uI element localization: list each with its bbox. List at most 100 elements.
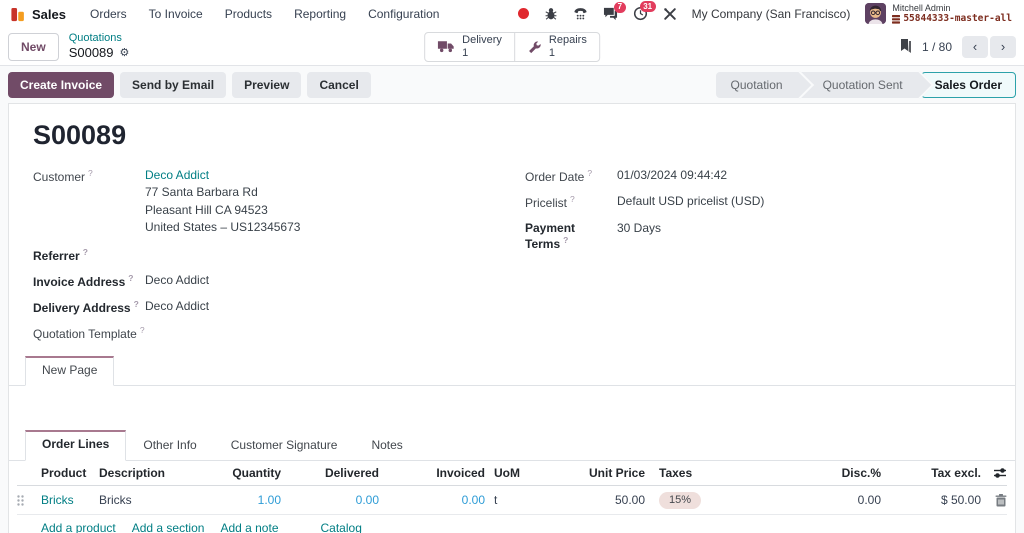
- drag-handle-icon[interactable]: [17, 495, 24, 506]
- create-invoice-button[interactable]: Create Invoice: [8, 72, 114, 98]
- action-bar: Create Invoice Send by Email Preview Can…: [0, 66, 1024, 103]
- smart-buttons: Delivery 1 Repairs 1: [424, 32, 600, 62]
- repairs-smart-button[interactable]: Repairs 1: [514, 33, 599, 61]
- order-lines-table: Product Description Quantity Delivered I…: [17, 461, 1007, 533]
- preview-button[interactable]: Preview: [232, 72, 301, 98]
- delete-row-trash-icon[interactable]: [981, 494, 1007, 507]
- top-navbar: Sales Orders To Invoice Products Reporti…: [0, 0, 1024, 28]
- status-quotation[interactable]: Quotation: [716, 72, 801, 98]
- col-quantity: Quantity: [193, 466, 281, 480]
- menu-configuration[interactable]: Configuration: [368, 7, 439, 21]
- pager-previous-button[interactable]: ‹: [962, 36, 988, 58]
- order-title[interactable]: S00089: [33, 120, 991, 151]
- tab-customer-signature[interactable]: Customer Signature: [214, 430, 355, 461]
- tab-other-info[interactable]: Other Info: [126, 430, 213, 461]
- wrench-icon: [527, 40, 542, 54]
- add-a-note-link[interactable]: Add a note: [220, 521, 278, 533]
- database-label: 55844333-master-all: [903, 14, 1012, 25]
- tab-new-page[interactable]: New Page: [25, 356, 114, 386]
- odoo-sales-app-icon: [10, 7, 25, 22]
- messages-icon[interactable]: 7: [603, 7, 618, 21]
- cancel-button[interactable]: Cancel: [307, 72, 370, 98]
- delivery-address-value[interactable]: Deco Addict: [145, 298, 209, 315]
- col-uom: UoM: [485, 466, 533, 480]
- order-date-value[interactable]: 01/03/2024 09:44:42: [617, 167, 727, 184]
- invoice-address-label: Invoice Address?: [33, 272, 145, 289]
- help-icon: ?: [83, 247, 88, 257]
- col-invoiced: Invoiced: [379, 466, 485, 480]
- cell-unit-price[interactable]: 50.00: [533, 493, 645, 507]
- invoice-address-value[interactable]: Deco Addict: [145, 272, 209, 289]
- new-button[interactable]: New: [8, 33, 59, 61]
- add-a-product-link[interactable]: Add a product: [41, 521, 116, 533]
- order-lines-header: Product Description Quantity Delivered I…: [17, 461, 1007, 486]
- menu-to-invoice[interactable]: To Invoice: [149, 7, 203, 21]
- customer-address-line: Pleasant Hill CA 94523: [145, 203, 268, 217]
- help-icon: ?: [563, 235, 568, 245]
- payment-terms-label: Payment Terms?: [525, 220, 617, 251]
- app-name: Sales: [32, 7, 66, 22]
- optional-columns-icon[interactable]: [981, 467, 1007, 479]
- tab-notes[interactable]: Notes: [354, 430, 419, 461]
- repairs-label: Repairs: [549, 34, 587, 47]
- form-sheet: S00089 Customer? Deco Addict 77 Santa Ba…: [8, 103, 1016, 533]
- sales-order-screen: Sales Orders To Invoice Products Reporti…: [0, 0, 1024, 532]
- delivery-label: Delivery: [462, 34, 502, 47]
- delivery-smart-button[interactable]: Delivery 1: [425, 33, 514, 61]
- customer-field: Customer? Deco Addict 77 Santa Barbara R…: [33, 167, 505, 237]
- add-a-section-link[interactable]: Add a section: [132, 521, 205, 533]
- help-icon: ?: [134, 299, 139, 309]
- cell-product-link[interactable]: Bricks: [41, 493, 74, 507]
- customer-address-line: 77 Santa Barbara Rd: [145, 185, 258, 199]
- phone-voip-icon[interactable]: [573, 7, 588, 21]
- payment-terms-field: Payment Terms? 30 Days: [525, 220, 991, 251]
- cell-description[interactable]: Bricks: [99, 493, 193, 507]
- col-taxes: Taxes: [645, 466, 775, 480]
- cell-uom[interactable]: t: [485, 493, 533, 507]
- order-date-field: Order Date? 01/03/2024 09:44:42: [525, 167, 991, 184]
- menu-products[interactable]: Products: [225, 7, 272, 21]
- col-disc-percent: Disc.%: [775, 466, 881, 480]
- tools-icon[interactable]: [663, 7, 677, 21]
- breadcrumb: Quotations S00089 ⚙: [69, 32, 130, 61]
- catalog-link[interactable]: Catalog: [321, 521, 362, 533]
- pricelist-label: Pricelist?: [525, 193, 617, 210]
- customer-address-line: United States – US12345673: [145, 220, 300, 234]
- record-actions-gear-icon[interactable]: ⚙: [120, 47, 130, 60]
- payment-terms-value[interactable]: 30 Days: [617, 220, 661, 251]
- cell-delivered[interactable]: 0.00: [356, 493, 379, 507]
- tab-order-lines[interactable]: Order Lines: [25, 430, 126, 461]
- lines-notebook-tabs: Order Lines Other Info Customer Signatur…: [9, 430, 1015, 461]
- pager-next-button[interactable]: ›: [990, 36, 1016, 58]
- invoice-address-field: Invoice Address? Deco Addict: [33, 272, 505, 289]
- bookmark-icon[interactable]: [899, 39, 912, 54]
- menu-orders[interactable]: Orders: [90, 7, 127, 21]
- help-icon: ?: [570, 194, 575, 204]
- cell-disc-percent[interactable]: 0.00: [775, 493, 881, 507]
- apps-home-button[interactable]: Sales: [10, 7, 66, 22]
- status-sales-order[interactable]: Sales Order: [921, 72, 1016, 98]
- send-by-email-button[interactable]: Send by Email: [120, 72, 226, 98]
- breadcrumb-quotations-link[interactable]: Quotations: [69, 32, 130, 45]
- status-quotation-sent[interactable]: Quotation Sent: [801, 72, 921, 98]
- statusbar: Quotation Quotation Sent Sales Order: [716, 72, 1016, 98]
- activities-clock-icon[interactable]: 31: [633, 6, 648, 21]
- help-icon: ?: [140, 325, 145, 335]
- cell-tax-badge[interactable]: 15%: [659, 492, 701, 509]
- cell-invoiced[interactable]: 0.00: [462, 493, 485, 507]
- quotation-template-field: Quotation Template?: [33, 324, 505, 341]
- referrer-label: Referrer?: [33, 246, 145, 263]
- menu-reporting[interactable]: Reporting: [294, 7, 346, 21]
- bug-debug-icon[interactable]: [544, 7, 558, 21]
- user-menu[interactable]: Mitchell Admin 55844333-master-all: [865, 3, 1012, 24]
- order-date-label: Order Date?: [525, 167, 617, 184]
- recording-indicator-icon[interactable]: [518, 8, 529, 19]
- delivery-address-label: Delivery Address?: [33, 298, 145, 315]
- referrer-field: Referrer?: [33, 246, 505, 263]
- order-lines-footer: Add a product Add a section Add a note C…: [17, 515, 1007, 533]
- customer-link[interactable]: Deco Addict: [145, 168, 209, 182]
- pricelist-value[interactable]: Default USD pricelist (USD): [617, 193, 764, 210]
- company-switcher[interactable]: My Company (San Francisco): [692, 7, 851, 21]
- truck-icon: [437, 40, 455, 53]
- cell-quantity[interactable]: 1.00: [258, 493, 281, 507]
